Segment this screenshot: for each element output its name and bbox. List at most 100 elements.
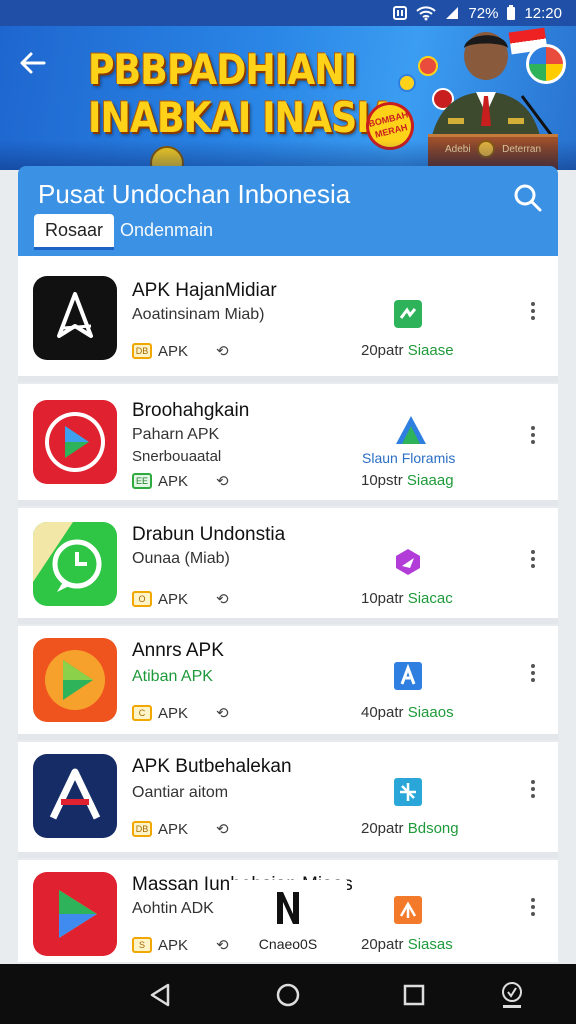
app-meta: EE APK ⟲ (132, 472, 236, 490)
promo-banner[interactable]: PBBPADHIANI INABKAI INASIA BOMBAH MERAH … (0, 26, 576, 170)
app-icon-orange-play (33, 638, 117, 722)
status-bar: 72% 12:20 (0, 0, 576, 26)
triangle-back-icon (150, 983, 170, 1007)
tab-rosaar[interactable]: Rosaar (34, 214, 114, 250)
app-stats: 20patr Siaase (361, 342, 454, 359)
assistant-icon (502, 982, 522, 1008)
list-item[interactable]: APK Butbehalekan Oantiar aitom DB APK ⟲ … (18, 742, 558, 858)
nfc-icon (392, 5, 408, 21)
app-stats: 20patr Siasas (361, 936, 453, 953)
app-type: APK (158, 820, 189, 838)
download-count: 10pstr (361, 472, 403, 489)
download-status: Siacac (407, 590, 453, 607)
page-title: Pusat Undochan Inbonesia (38, 179, 351, 209)
app-stats: 10patr Siacac (361, 590, 453, 607)
list-item[interactable]: Broohahgkain Paharn APK Snerbouaatal EE … (18, 384, 558, 506)
apk-file-icon: DB (132, 821, 152, 837)
app-icon-red-play-2 (33, 872, 117, 956)
list-item[interactable]: Drabun Undonstia Ounaa (Miab) O APK ⟲ 10… (18, 508, 558, 624)
download-status: Siaaos (407, 704, 454, 721)
podium: Adebi Deterran (428, 134, 558, 170)
developer-logo-icon (394, 300, 422, 328)
more-options-icon[interactable] (528, 548, 538, 570)
app-subtitle: Atiban APK (132, 668, 213, 685)
app-name: APK Butbehalekan (132, 756, 292, 777)
app-name: Annrs APK (132, 640, 224, 661)
app-subtitle: Paharn APK (132, 426, 220, 443)
app-name: Broohahgkain (132, 400, 250, 421)
app-subtitle: Aohtin ADK (132, 900, 214, 917)
more-options-icon[interactable] (528, 896, 538, 918)
floating-app-label: Cnaeo0S (258, 936, 318, 952)
app-meta: DB APK ⟲ (132, 820, 236, 838)
app-name: APK HajanMidiar (132, 280, 277, 301)
n-logo-icon (273, 888, 303, 928)
developer-logo-icon (394, 548, 422, 576)
developer-logo-icon (394, 896, 422, 924)
app-meta: DB APK ⟲ (132, 342, 236, 360)
developer-logo-icon (394, 778, 422, 806)
apk-file-icon: C (132, 705, 152, 721)
download-count: 10patr (361, 590, 404, 607)
app-icon-navy-a (33, 754, 117, 838)
more-options-icon[interactable] (528, 424, 538, 446)
back-button[interactable] (18, 48, 58, 84)
refresh-icon: ⟲ (216, 705, 229, 722)
refresh-icon: ⟲ (216, 473, 229, 490)
app-icon-black-pen (33, 276, 117, 360)
app-stats: 10pstr Siaaag (361, 472, 454, 489)
seal-icon (477, 140, 496, 159)
app-icon-green-chat (33, 522, 117, 606)
banner-title-line2: INABKAI INASIA (88, 93, 397, 142)
list-item[interactable]: Annrs APK Atiban APK C APK ⟲ 40patr Siaa… (18, 626, 558, 740)
navigation-bar (0, 964, 576, 1024)
banner-title-line1: PBBPADHIANI (88, 45, 357, 94)
download-count: 40patr (361, 704, 404, 721)
app-subtitle: Oantiar aitom (132, 784, 229, 801)
apk-file-icon: DB (132, 343, 152, 359)
download-count: 20patr (361, 936, 404, 953)
coin-decoration-icon (398, 74, 416, 92)
more-options-icon[interactable] (528, 778, 538, 800)
developer-logo-icon (394, 662, 422, 690)
more-options-icon[interactable] (528, 300, 538, 322)
banner-title: PBBPADHIANI INABKAI INASIA (88, 45, 397, 142)
app-type: APK (158, 704, 189, 722)
speaker-photo (428, 32, 554, 170)
arrow-left-icon (20, 52, 46, 74)
battery-percent: 72% (468, 4, 499, 22)
developer-name: Slaun Floramis (362, 450, 456, 466)
search-icon (514, 184, 542, 212)
download-count: 20patr (361, 820, 404, 837)
download-status: Bdsong (407, 820, 459, 837)
download-status: Siaase (407, 342, 454, 359)
square-recents-icon (403, 984, 425, 1006)
app-list: APK HajanMidiar Aoatinsinam Miab) DB APK… (18, 256, 558, 962)
signal-icon (444, 5, 460, 21)
search-button[interactable] (510, 180, 546, 216)
nav-back-button[interactable] (146, 980, 176, 1010)
app-meta: O APK ⟲ (132, 590, 236, 608)
nav-assistant-button[interactable] (496, 980, 528, 1012)
app-type: APK (158, 936, 189, 954)
app-developer: Snerbouaatal (132, 448, 222, 465)
list-item[interactable]: APK HajanMidiar Aoatinsinam Miab) DB APK… (18, 256, 558, 382)
battery-icon (506, 5, 516, 21)
floating-app-tile[interactable]: Cnaeo0S (229, 880, 347, 962)
app-meta: C APK ⟲ (132, 704, 236, 722)
tab-ondenmain[interactable]: Ondenmain (120, 214, 213, 250)
podium-text-right: Deterran (502, 144, 542, 155)
app-stats: 20patr Bdsong (361, 820, 459, 837)
refresh-icon: ⟲ (216, 343, 229, 360)
app-icon-red-play (33, 400, 117, 484)
app-type: APK (158, 590, 189, 608)
nav-home-button[interactable] (273, 980, 303, 1010)
more-options-icon[interactable] (528, 662, 538, 684)
developer-logo-icon (394, 414, 428, 446)
apk-file-icon: EE (132, 473, 152, 489)
app-subtitle: Ounaa (Miab) (132, 550, 230, 567)
clock: 12:20 (524, 4, 562, 22)
nav-recents-button[interactable] (399, 980, 429, 1010)
store-header: Pusat Undochan Inbonesia Rosaar Ondenmai… (18, 166, 558, 256)
download-status: Siasas (407, 936, 453, 953)
